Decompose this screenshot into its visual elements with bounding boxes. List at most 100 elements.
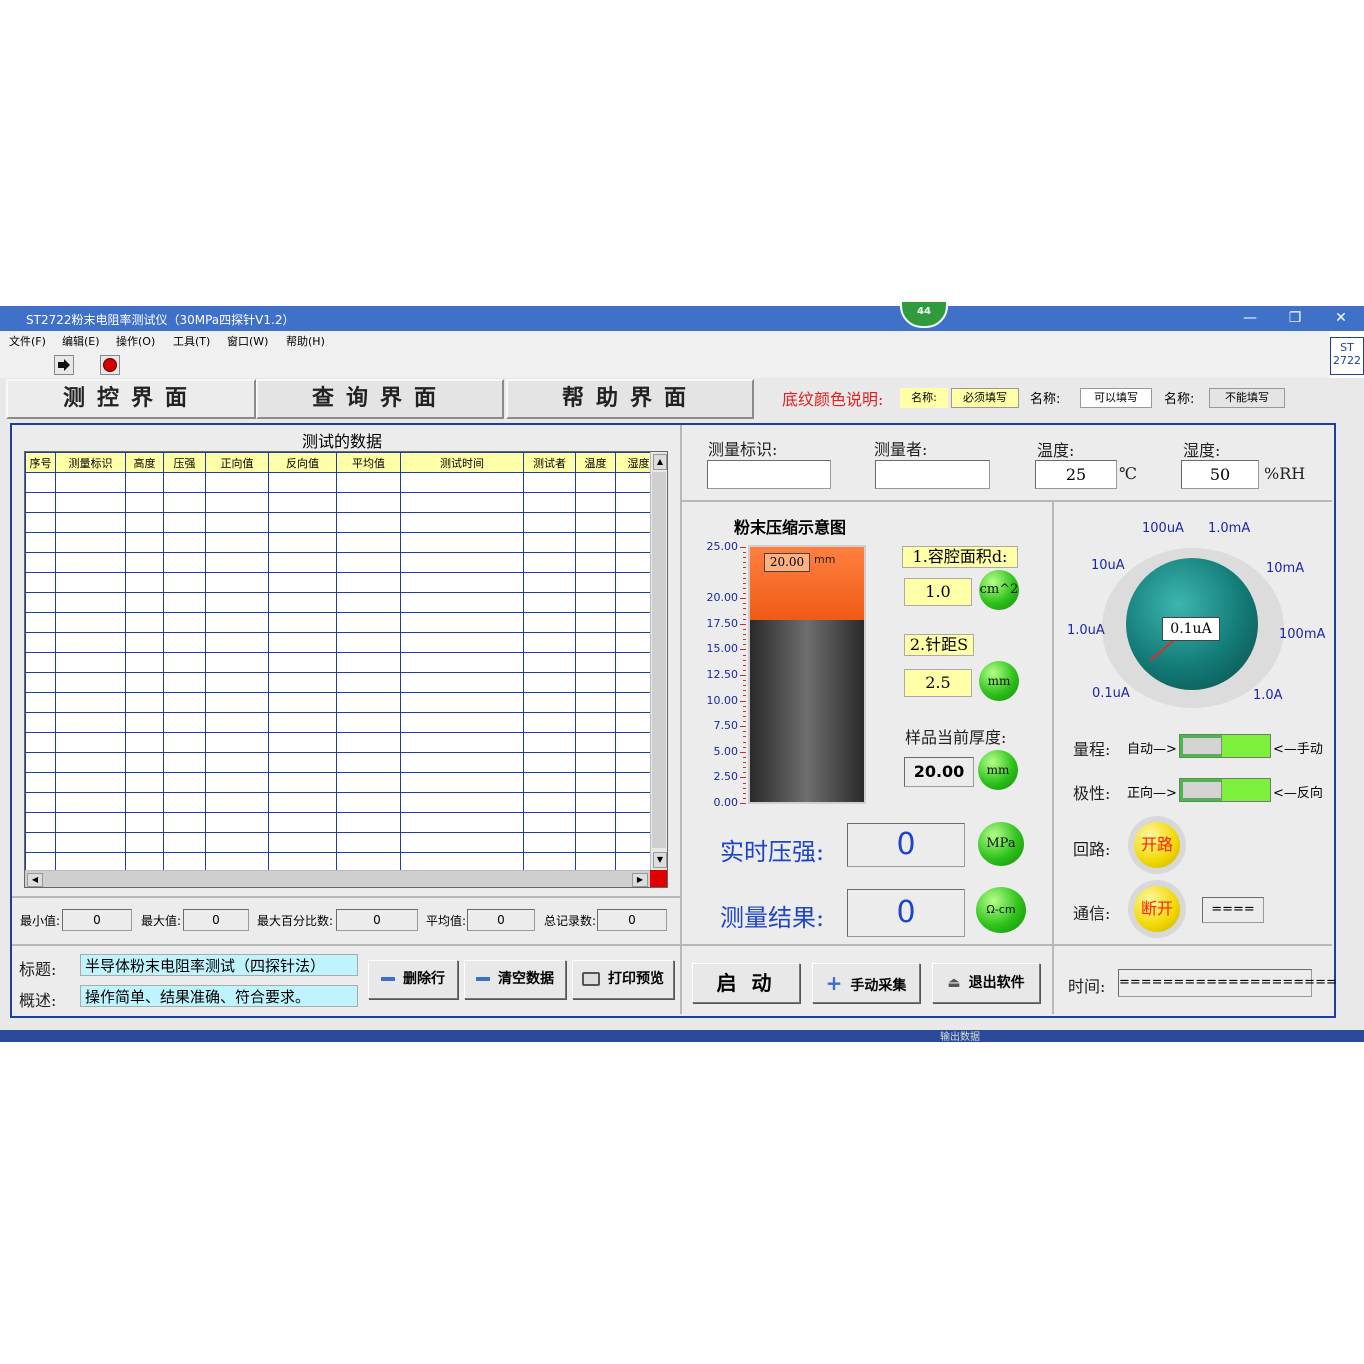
humid-input[interactable]: 50 (1181, 460, 1259, 489)
table-cell[interactable] (163, 732, 206, 753)
table-cell[interactable] (25, 812, 56, 833)
table-cell[interactable] (205, 532, 269, 553)
spacing-input[interactable]: 2.5 (904, 669, 972, 697)
table-cell[interactable] (55, 612, 126, 633)
table-cell[interactable] (575, 552, 616, 573)
table-cell[interactable] (523, 692, 576, 713)
table-cell[interactable] (523, 492, 576, 513)
table-cell[interactable] (55, 632, 126, 653)
table-cell[interactable] (25, 512, 56, 533)
table-cell[interactable] (55, 552, 126, 573)
table-cell[interactable] (205, 712, 269, 733)
table-cell[interactable] (575, 812, 616, 833)
table-cell[interactable] (25, 752, 56, 773)
table-cell[interactable] (125, 732, 164, 753)
column-header[interactable]: 反向值 (268, 452, 337, 473)
table-cell[interactable] (125, 472, 164, 493)
table-cell[interactable] (575, 752, 616, 773)
table-cell[interactable] (523, 672, 576, 693)
area-unit-button[interactable]: cm^2 (979, 570, 1019, 610)
table-cell[interactable] (163, 512, 206, 533)
menu-help[interactable]: 帮助(H) (286, 333, 325, 349)
table-cell[interactable] (55, 572, 126, 593)
table-cell[interactable] (205, 832, 269, 853)
table-row[interactable] (25, 632, 662, 653)
delete-row-button[interactable]: 删除行 (368, 960, 458, 999)
table-cell[interactable] (55, 692, 126, 713)
horizontal-scrollbar[interactable]: ◀ ▶ (25, 870, 650, 887)
table-cell[interactable] (205, 592, 269, 613)
temp-input[interactable]: 25 (1035, 460, 1117, 489)
table-cell[interactable] (163, 592, 206, 613)
manual-collect-button[interactable]: + 手动采集 (812, 963, 920, 1003)
table-cell[interactable] (575, 672, 616, 693)
table-cell[interactable] (125, 512, 164, 533)
table-cell[interactable] (205, 652, 269, 673)
table-cell[interactable] (400, 712, 524, 733)
table-cell[interactable] (25, 692, 56, 713)
table-cell[interactable] (268, 552, 337, 573)
table-cell[interactable] (55, 652, 126, 673)
close-button[interactable]: ✕ (1329, 308, 1353, 328)
table-cell[interactable] (523, 612, 576, 633)
table-cell[interactable] (523, 732, 576, 753)
table-cell[interactable] (523, 792, 576, 813)
table-cell[interactable] (400, 492, 524, 513)
table-row[interactable] (25, 572, 662, 593)
table-row[interactable] (25, 792, 662, 813)
table-row[interactable] (25, 732, 662, 753)
scroll-left-icon[interactable]: ◀ (27, 873, 43, 887)
table-cell[interactable] (163, 812, 206, 833)
table-cell[interactable] (25, 572, 56, 593)
table-cell[interactable] (163, 472, 206, 493)
table-cell[interactable] (336, 672, 401, 693)
table-cell[interactable] (336, 772, 401, 793)
table-cell[interactable] (205, 732, 269, 753)
column-header[interactable]: 高度 (125, 452, 164, 473)
table-cell[interactable] (163, 672, 206, 693)
table-cell[interactable] (268, 772, 337, 793)
table-cell[interactable] (400, 732, 524, 753)
table-row[interactable] (25, 552, 662, 573)
table-cell[interactable] (205, 632, 269, 653)
table-cell[interactable] (25, 832, 56, 853)
stop-icon[interactable] (100, 355, 120, 375)
table-cell[interactable] (268, 812, 337, 833)
table-cell[interactable] (125, 632, 164, 653)
table-cell[interactable] (268, 592, 337, 613)
table-cell[interactable] (268, 472, 337, 493)
table-cell[interactable] (55, 672, 126, 693)
table-cell[interactable] (523, 472, 576, 493)
table-cell[interactable] (268, 492, 337, 513)
restore-button[interactable]: ❐ (1283, 308, 1307, 328)
tab-query[interactable]: 查询界面 (256, 379, 504, 419)
table-cell[interactable] (55, 832, 126, 853)
table-cell[interactable] (523, 712, 576, 733)
table-cell[interactable] (163, 572, 206, 593)
table-row[interactable] (25, 512, 662, 533)
table-row[interactable] (25, 812, 662, 833)
table-cell[interactable] (25, 532, 56, 553)
table-cell[interactable] (523, 652, 576, 673)
table-cell[interactable] (125, 592, 164, 613)
table-cell[interactable] (400, 692, 524, 713)
table-cell[interactable] (25, 632, 56, 653)
table-cell[interactable] (336, 612, 401, 633)
table-cell[interactable] (400, 592, 524, 613)
menu-file[interactable]: 文件(F) (9, 333, 46, 349)
table-cell[interactable] (336, 512, 401, 533)
result-unit-button[interactable]: Ω-cm (976, 887, 1026, 933)
table-cell[interactable] (205, 672, 269, 693)
table-cell[interactable] (575, 792, 616, 813)
table-cell[interactable] (55, 472, 126, 493)
table-cell[interactable] (25, 792, 56, 813)
table-cell[interactable] (336, 752, 401, 773)
table-cell[interactable] (523, 572, 576, 593)
table-cell[interactable] (400, 652, 524, 673)
print-preview-button[interactable]: 打印预览 (572, 960, 674, 999)
table-cell[interactable] (25, 592, 56, 613)
table-cell[interactable] (268, 732, 337, 753)
title-input[interactable]: 半导体粉末电阻率测试（四探针法） (80, 954, 358, 976)
column-header[interactable]: 测量标识 (55, 452, 126, 473)
table-cell[interactable] (163, 752, 206, 773)
